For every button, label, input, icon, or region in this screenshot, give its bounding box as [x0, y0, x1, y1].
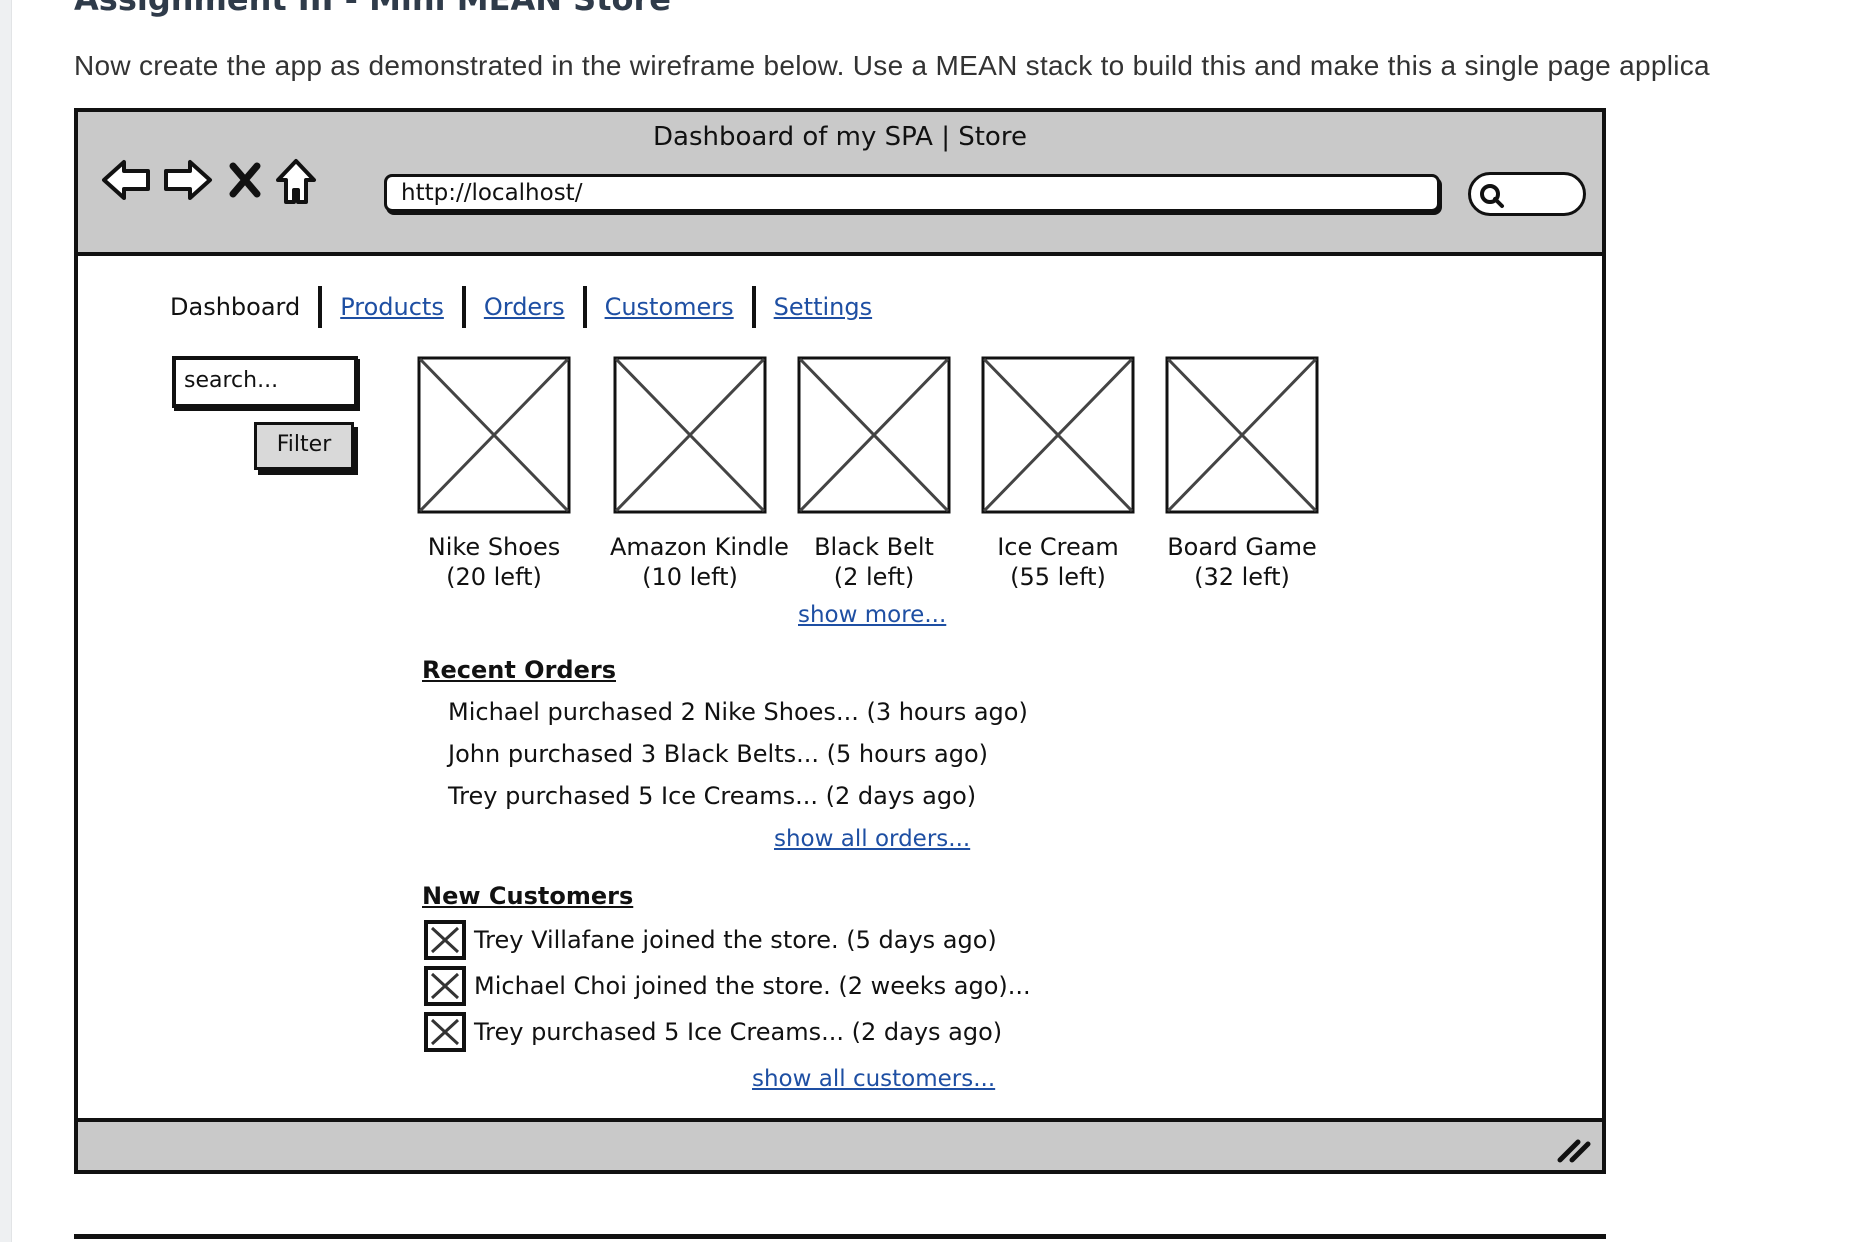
search-field[interactable] — [1468, 172, 1586, 216]
product-stock: (2 left) — [833, 563, 915, 591]
tab-products[interactable]: Products — [322, 293, 462, 321]
customer-text: Michael Choi joined the store. (2 weeks … — [474, 972, 1031, 1000]
tab-customers-link[interactable]: Customers — [605, 293, 734, 321]
product-name: Ice Cream — [997, 533, 1119, 561]
order-item: Trey purchased 5 Ice Creams... (2 days a… — [448, 782, 977, 810]
product-stock: (55 left) — [1010, 563, 1106, 591]
tab-products-link[interactable]: Products — [340, 293, 444, 321]
assignment-heading: Assignment III - Mini MEAN Store — [74, 0, 671, 18]
recent-orders-title: Recent Orders — [422, 656, 616, 684]
show-all-customers-link[interactable]: show all customers... — [752, 1066, 995, 1092]
browser-toolbar: Dashboard of my SPA | Store http://local… — [78, 112, 1602, 256]
customer-text: Trey purchased 5 Ice Creams... (2 days a… — [474, 1018, 1003, 1046]
home-icon[interactable] — [274, 158, 318, 206]
customer-text: Trey Villafane joined the store. (5 days… — [474, 926, 997, 954]
filter-button[interactable]: Filter — [254, 422, 354, 470]
assignment-intro: Now create the app as demonstrated in th… — [74, 50, 1710, 81]
product-stock: (20 left) — [446, 563, 542, 591]
forward-arrow-icon[interactable] — [162, 158, 214, 202]
image-placeholder-icon — [417, 356, 571, 514]
page-content: Dashboard Products Orders Customers Sett… — [78, 256, 1602, 1122]
tab-orders-link[interactable]: Orders — [484, 293, 565, 321]
tab-settings[interactable]: Settings — [756, 293, 890, 321]
product-card[interactable]: Nike Shoes (20 left) — [414, 356, 574, 592]
customer-item: Trey purchased 5 Ice Creams... (2 days a… — [424, 1012, 1002, 1052]
new-customers-title: New Customers — [422, 882, 634, 910]
avatar-placeholder-icon — [424, 1012, 466, 1052]
search-icon — [1480, 184, 1504, 208]
order-item: Michael purchased 2 Nike Shoes... (3 hou… — [448, 698, 1028, 726]
wireframe-window: Dashboard of my SPA | Store http://local… — [74, 108, 1606, 1174]
product-stock: (10 left) — [642, 563, 738, 591]
product-name: Nike Shoes — [427, 533, 561, 561]
product-card[interactable]: Amazon Kindle (10 left) — [610, 356, 789, 592]
tab-customers[interactable]: Customers — [587, 293, 752, 321]
image-placeholder-icon — [797, 356, 951, 514]
image-placeholder-icon — [613, 356, 767, 514]
tab-settings-link[interactable]: Settings — [774, 293, 872, 321]
url-bar[interactable]: http://localhost/ — [384, 174, 1440, 212]
back-arrow-icon[interactable] — [100, 158, 152, 202]
close-icon[interactable] — [228, 162, 262, 198]
image-placeholder-icon — [1165, 356, 1319, 514]
search-input[interactable]: search... — [172, 356, 358, 408]
section-divider — [74, 1234, 1606, 1239]
order-item: John purchased 3 Black Belts... (5 hours… — [448, 740, 988, 768]
show-more-products-link[interactable]: show more... — [798, 602, 946, 628]
customer-item: Trey Villafane joined the store. (5 days… — [424, 920, 997, 960]
show-all-orders-link[interactable]: show all orders... — [774, 826, 970, 852]
tab-orders[interactable]: Orders — [466, 293, 583, 321]
nav-tabs: Dashboard Products Orders Customers Sett… — [170, 286, 890, 328]
customer-item: Michael Choi joined the store. (2 weeks … — [424, 966, 1031, 1006]
product-name: Amazon Kindle — [610, 533, 789, 561]
avatar-placeholder-icon — [424, 966, 466, 1006]
tab-dashboard[interactable]: Dashboard — [170, 293, 318, 321]
image-placeholder-icon — [981, 356, 1135, 514]
browser-statusbar — [78, 1118, 1602, 1170]
product-card[interactable]: Ice Cream (55 left) — [978, 356, 1138, 592]
avatar-placeholder-icon — [424, 920, 466, 960]
resize-grip-icon[interactable] — [1556, 1134, 1592, 1164]
product-name: Board Game — [1167, 533, 1317, 561]
page-left-gutter — [0, 0, 12, 1242]
window-title: Dashboard of my SPA | Store — [653, 122, 1027, 152]
product-name: Black Belt — [814, 533, 934, 561]
product-card[interactable]: Black Belt (2 left) — [794, 356, 954, 592]
product-stock: (32 left) — [1194, 563, 1290, 591]
product-card[interactable]: Board Game (32 left) — [1162, 356, 1322, 592]
